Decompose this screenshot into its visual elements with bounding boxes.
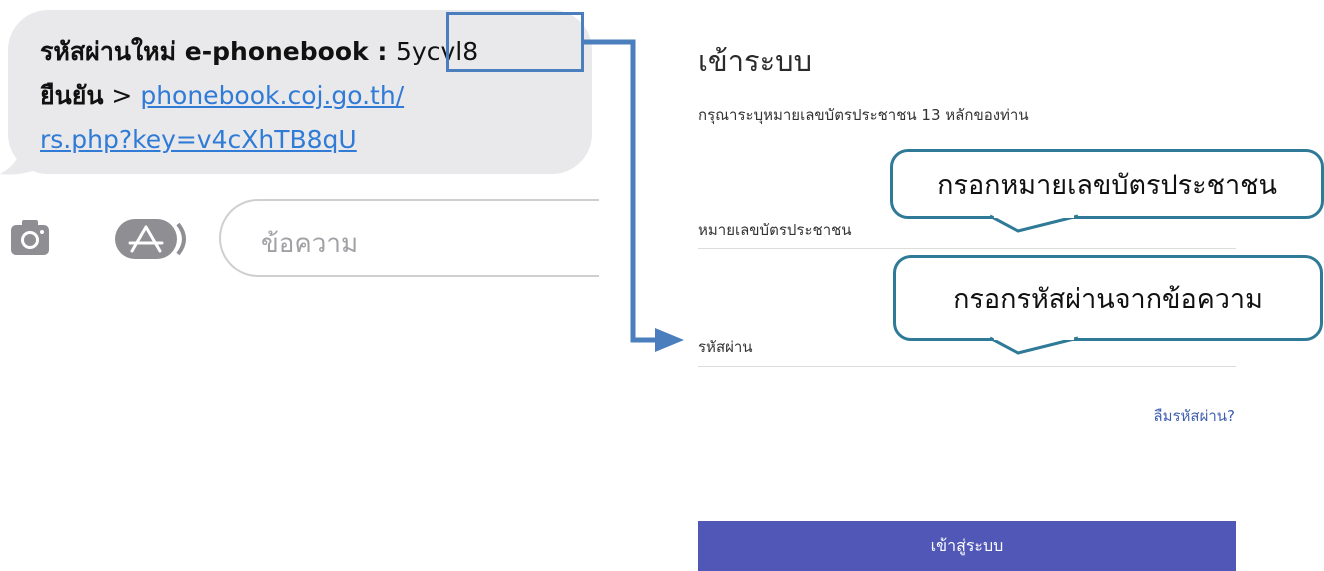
callout-id-tail: [990, 214, 1079, 233]
login-title: เข้าระบบ: [698, 44, 812, 78]
password-label: รหัสผ่าน: [698, 338, 753, 356]
forgot-password-link[interactable]: ลืมรหัสผ่าน?: [1153, 404, 1235, 428]
login-button[interactable]: เข้าสู่ระบบ: [698, 521, 1236, 571]
callout-password-tail: [990, 336, 1079, 355]
id-number-field[interactable]: [698, 248, 1236, 249]
id-number-label: หมายเลขบัตรประชาชน: [698, 221, 852, 239]
password-field[interactable]: [698, 366, 1236, 367]
callout-password-hint: กรอกรหัสผ่านจากข้อความ: [893, 255, 1323, 341]
callout-id-hint: กรอกหมายเลขบัตรประชาชน: [890, 149, 1324, 219]
connector-arrow: [584, 39, 684, 352]
login-subtitle: กรุณาระบุหมายเลขบัตรประชาชน 13 หลักของท่…: [698, 106, 1029, 124]
